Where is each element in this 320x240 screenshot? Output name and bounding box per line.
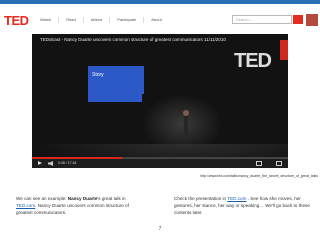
speaker-figure bbox=[184, 116, 188, 134]
video-title: TEDxEast - Nancy Duarte uncovers common … bbox=[40, 37, 226, 42]
right-paragraph-prefix: Check the presentation in bbox=[174, 196, 228, 201]
nav-item-participate[interactable]: Participate bbox=[109, 17, 143, 23]
captions-icon[interactable] bbox=[256, 161, 262, 166]
time-label: 0:48 / 17:44 bbox=[58, 161, 77, 165]
search-button[interactable] bbox=[293, 15, 303, 24]
top-accent-bar bbox=[0, 0, 320, 4]
nav-item-watch[interactable]: Watch bbox=[33, 17, 58, 23]
video-player[interactable]: TEDxEast - Nancy Duarte uncovers common … bbox=[32, 34, 288, 168]
ted-link[interactable]: TED.com bbox=[16, 203, 35, 208]
left-paragraph-mid: 's great talk in bbox=[97, 196, 126, 201]
nav-item-attend[interactable]: Attend bbox=[82, 17, 110, 23]
left-paragraph-prefix: We can see an example: bbox=[16, 196, 68, 201]
play-icon[interactable] bbox=[38, 161, 42, 165]
stage-ted-logo: TED bbox=[234, 50, 272, 72]
right-paragraph: Check the presentation in TED.com . See … bbox=[174, 195, 314, 216]
fullscreen-icon[interactable] bbox=[276, 161, 282, 166]
ted-site-header: TED Watch Read Attend Participate About … bbox=[0, 12, 320, 30]
page-number: 7 bbox=[158, 226, 162, 232]
search-input[interactable]: Search... bbox=[232, 15, 292, 24]
nav-item-read[interactable]: Read bbox=[58, 17, 83, 23]
left-paragraph: We can see an example: Nancy Duarte's gr… bbox=[16, 195, 146, 216]
nav-item-about[interactable]: About bbox=[143, 17, 168, 23]
slide-text: Story bbox=[92, 72, 104, 78]
speaker-name: Nancy Duarte bbox=[67, 196, 98, 201]
video-url-caption[interactable]: http://www.ted.com/talks/nancy_duarte_th… bbox=[186, 174, 318, 178]
main-nav: Watch Read Attend Participate About bbox=[33, 17, 169, 23]
user-avatar[interactable] bbox=[306, 14, 318, 26]
progress-fill bbox=[32, 157, 122, 159]
presentation-slide: Story bbox=[88, 66, 144, 102]
stage-x-mark bbox=[280, 40, 288, 60]
ted-link[interactable]: TED.com bbox=[227, 196, 246, 201]
ted-logo[interactable]: TED bbox=[4, 13, 29, 29]
